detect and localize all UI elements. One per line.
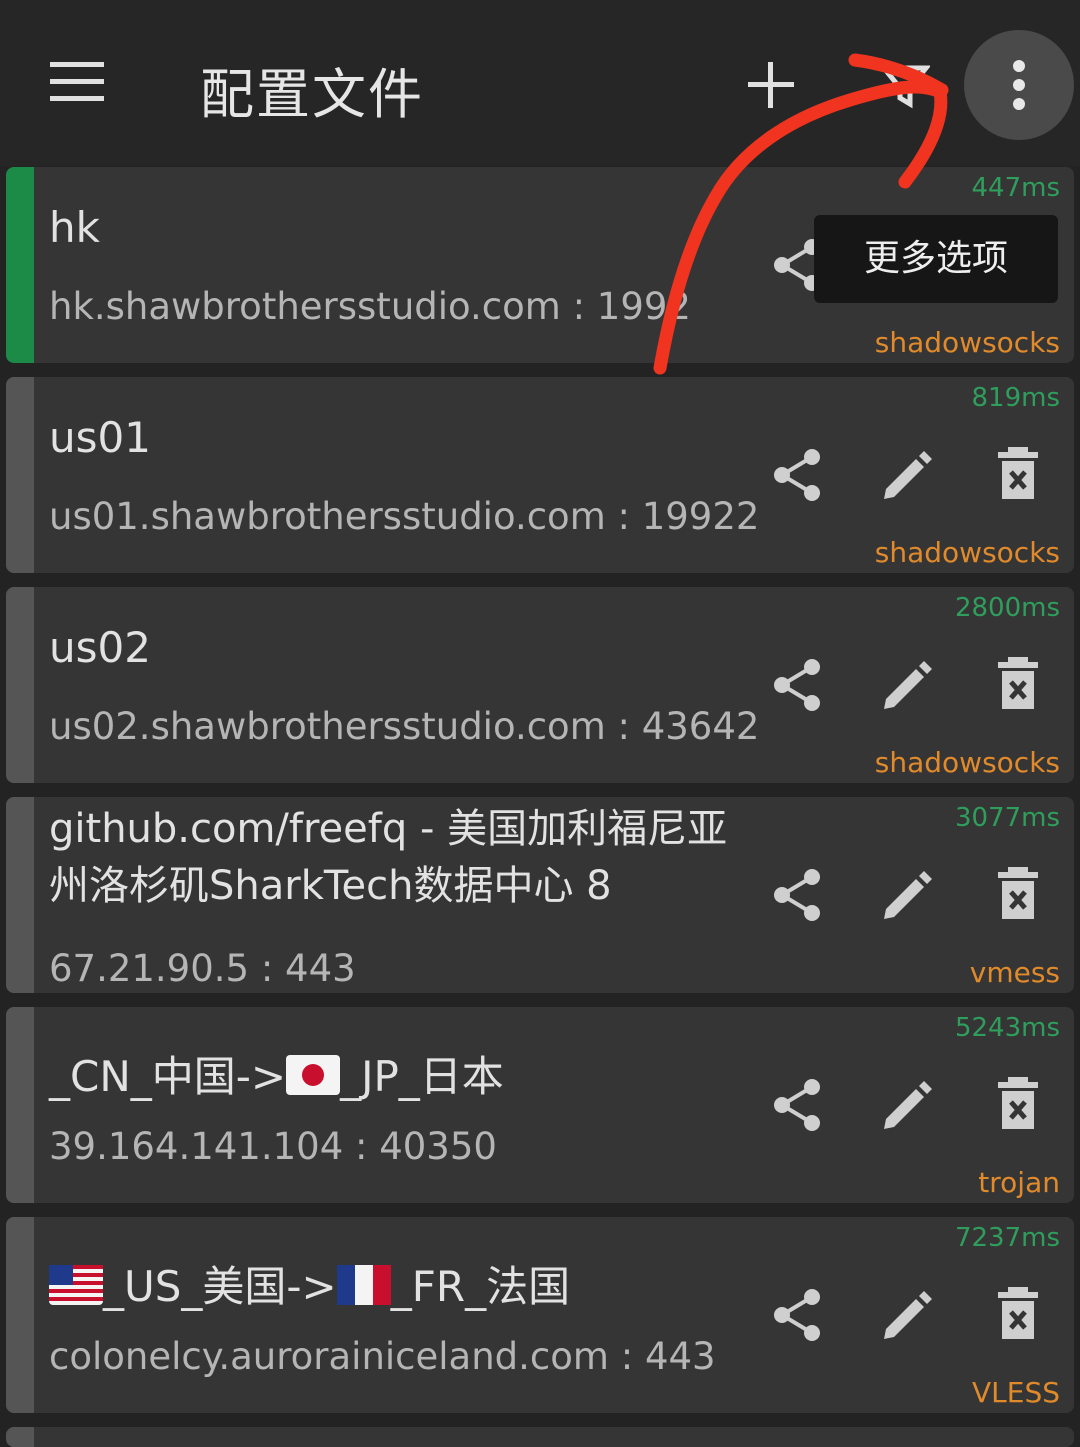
- latency-label: 7237ms: [954, 1223, 1060, 1253]
- share-icon[interactable]: [768, 1285, 828, 1345]
- latency-label: 3077ms: [954, 803, 1060, 833]
- protocol-label: shadowsocks: [874, 746, 1060, 779]
- profile-address: 67.21.90.5 : 443: [49, 947, 356, 990]
- profile-name: _US_美国-> _FR_法国: [49, 1253, 570, 1314]
- latency-label: 5243ms: [954, 1013, 1060, 1043]
- profile-address: us01.shawbrothersstudio.com : 19922: [49, 495, 760, 538]
- add-icon[interactable]: [748, 62, 794, 108]
- card-indicator: [6, 797, 34, 993]
- delete-icon[interactable]: [988, 1285, 1048, 1345]
- profile-card-partial[interactable]: [6, 1427, 1074, 1447]
- card-indicator: [6, 587, 34, 783]
- menu-icon[interactable]: [50, 62, 104, 102]
- delete-icon[interactable]: [988, 1075, 1048, 1135]
- edit-icon[interactable]: [878, 655, 938, 715]
- profile-name: us01: [49, 413, 151, 462]
- protocol-label: shadowsocks: [874, 326, 1060, 359]
- protocol-label: VLESS: [972, 1376, 1060, 1409]
- protocol-label: shadowsocks: [874, 536, 1060, 569]
- profile-card-us-fr[interactable]: _US_美国-> _FR_法国 colonelcy.aurorainiceland…: [6, 1217, 1074, 1413]
- active-indicator: [6, 167, 34, 363]
- profile-address: colonelcy.aurorainiceland.com : 443: [49, 1335, 716, 1378]
- profile-card-us02[interactable]: us02 us02.shawbrothersstudio.com : 43642…: [6, 587, 1074, 783]
- profile-card-us01[interactable]: us01 us01.shawbrothersstudio.com : 19922…: [6, 377, 1074, 573]
- share-icon[interactable]: [768, 865, 828, 925]
- delete-icon[interactable]: [988, 655, 1048, 715]
- latency-label: 2800ms: [954, 593, 1060, 623]
- card-indicator: [6, 1427, 34, 1447]
- profile-address: hk.shawbrothersstudio.com : 1992: [49, 285, 691, 328]
- card-indicator: [6, 377, 34, 573]
- profile-card-cn-jp[interactable]: _CN_中国-> _JP_日本 39.164.141.104 : 40350 52…: [6, 1007, 1074, 1203]
- protocol-label: trojan: [978, 1166, 1060, 1199]
- latency-label: 447ms: [971, 173, 1061, 203]
- delete-icon[interactable]: [988, 865, 1048, 925]
- share-icon[interactable]: [768, 445, 828, 505]
- edit-icon[interactable]: [878, 1285, 938, 1345]
- profile-name: hk: [49, 203, 100, 252]
- app-bar: 配置文件: [0, 0, 1080, 166]
- profile-name-part1: _CN_中国->: [49, 1052, 287, 1101]
- profile-name: us02: [49, 623, 151, 672]
- more-options-tooltip: 更多选项: [814, 215, 1058, 303]
- card-indicator: [6, 1007, 34, 1203]
- edit-icon[interactable]: [878, 445, 938, 505]
- profile-address: us02.shawbrothersstudio.com : 43642: [49, 705, 760, 748]
- flag-us-icon: [49, 1265, 103, 1305]
- profile-name-part1: _US_美国->: [103, 1262, 337, 1311]
- flag-fr-icon: [336, 1265, 391, 1305]
- profile-name-part2: _FR_法国: [390, 1262, 571, 1311]
- profile-name: _CN_中国-> _JP_日本: [49, 1043, 504, 1104]
- card-indicator: [6, 1217, 34, 1413]
- page-title: 配置文件: [200, 63, 424, 126]
- share-icon[interactable]: [768, 1075, 828, 1135]
- profile-name: github.com/freefq - 美国加利福尼亚州洛杉矶SharkTech…: [49, 806, 728, 909]
- profile-name-part2: _JP_日本: [340, 1052, 504, 1101]
- protocol-label: vmess: [969, 956, 1060, 989]
- more-options-button[interactable]: [964, 30, 1074, 140]
- edit-icon[interactable]: [878, 865, 938, 925]
- edit-icon[interactable]: [878, 1075, 938, 1135]
- delete-icon[interactable]: [988, 445, 1048, 505]
- filter-icon[interactable]: [880, 60, 930, 110]
- more-vert-icon: [1013, 60, 1025, 110]
- share-icon[interactable]: [768, 655, 828, 715]
- profile-card-freefq[interactable]: github.com/freefq - 美国加利福尼亚州洛杉矶SharkTech…: [6, 797, 1074, 993]
- profile-address: 39.164.141.104 : 40350: [49, 1125, 497, 1168]
- flag-jp-icon: [286, 1055, 341, 1095]
- latency-label: 819ms: [971, 383, 1061, 413]
